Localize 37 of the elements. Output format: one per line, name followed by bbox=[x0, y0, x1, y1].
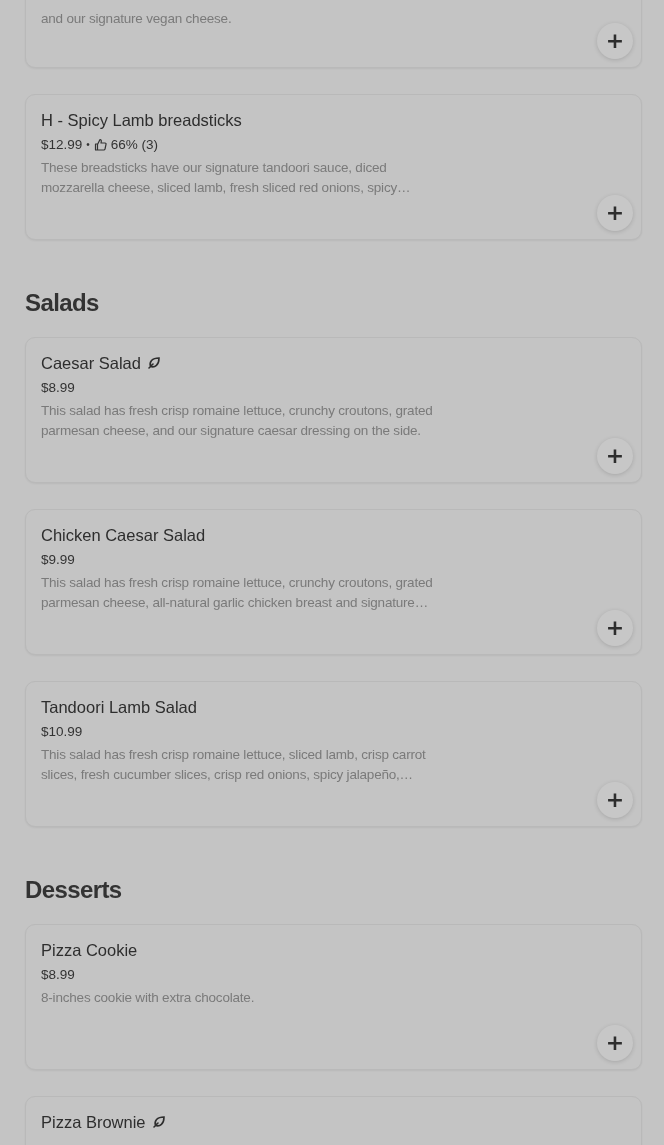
section-heading: Salads bbox=[25, 288, 100, 318]
item-name: Chicken Caesar Salad bbox=[41, 525, 206, 545]
item-description: 8-inches cookie with extra chocolate. bbox=[41, 989, 256, 1007]
add-button[interactable]: + bbox=[597, 195, 633, 231]
item-name: Pizza Cookie bbox=[41, 940, 138, 960]
item-price: $8.99 bbox=[41, 966, 75, 982]
item-price: $12.99 bbox=[41, 136, 83, 152]
section-heading: Desserts bbox=[25, 875, 123, 905]
item-description: This salad has fresh crisp romaine lettuce, crunchy croutons, grated parmesan cheese, all-natural garlic chicken breast and signature… bbox=[41, 574, 434, 612]
add-button[interactable]: + bbox=[597, 1025, 633, 1061]
menu-item-card[interactable]: Pizza Cookie $8.99 8-inches cookie with extra chocolate. + bbox=[25, 924, 642, 1070]
menu-item-card[interactable]: H - Spicy Lamb breadsticks $12.99 • 66% (3) These breadsticks have our signature tandoori sauce, diced mozzarella cheese, sliced lamb, fresh sliced red onions, spicy… + bbox=[25, 94, 642, 240]
item-rating: 66% (3) bbox=[110, 136, 159, 152]
item-name: H - Spicy Lamb breadsticks bbox=[41, 110, 242, 130]
menu-item-card[interactable]: Chicken Caesar Salad $9.99 This salad has fresh crisp romaine lettuce, crunchy croutons, grated parmesan cheese, all-natural garlic chicken breast and signature… + bbox=[25, 509, 642, 655]
leaf-icon bbox=[151, 1115, 166, 1129]
add-button[interactable]: + bbox=[597, 610, 633, 646]
item-name: Caesar Salad bbox=[41, 353, 141, 373]
item-name: Pizza Brownie bbox=[41, 1112, 146, 1132]
menu-item-card[interactable]: Tandoori Lamb Salad $10.99 This salad has fresh crisp romaine lettuce, sliced lamb, crisp carrot slices, fresh cucumber slices, crisp red onions, spicy jalapeño,… + bbox=[25, 681, 642, 827]
item-description: This salad has fresh crisp romaine lettuce, sliced lamb, crisp carrot slices, fresh cucumber slices, crisp red onions, spicy jalapeño,… bbox=[41, 746, 427, 784]
item-price: $10.99 bbox=[41, 723, 83, 739]
menu-item-card[interactable]: Pizza Brownie bbox=[25, 1096, 642, 1145]
item-price: $8.99 bbox=[41, 379, 75, 395]
add-button[interactable]: + bbox=[597, 782, 633, 818]
item-price: $9.99 bbox=[41, 551, 75, 567]
thumbs-up-icon bbox=[93, 137, 107, 151]
item-name: Tandoori Lamb Salad bbox=[41, 697, 197, 717]
leaf-icon bbox=[147, 356, 161, 370]
item-description: These breadsticks have our signature tandoori sauce, diced mozzarella cheese, sliced lamb, fresh sliced red onions, spicy… bbox=[41, 159, 412, 197]
menu-item-card[interactable]: Caesar Salad $8.99 This salad has fresh crisp romaine lettuce, crunchy croutons, grated parmesan cheese, and our signature caesar dressing on the side. + bbox=[25, 337, 642, 483]
add-button[interactable]: + bbox=[597, 438, 633, 474]
add-button[interactable]: + bbox=[597, 23, 633, 59]
menu-item-card[interactable]: and our signature vegan cheese. + bbox=[25, 0, 642, 68]
item-description: and our signature vegan cheese. bbox=[41, 10, 233, 28]
item-description: This salad has fresh crisp romaine lettuce, crunchy croutons, grated parmesan cheese, and our signature caesar dressing on the side. bbox=[41, 402, 434, 440]
separator-dot: • bbox=[86, 138, 90, 150]
